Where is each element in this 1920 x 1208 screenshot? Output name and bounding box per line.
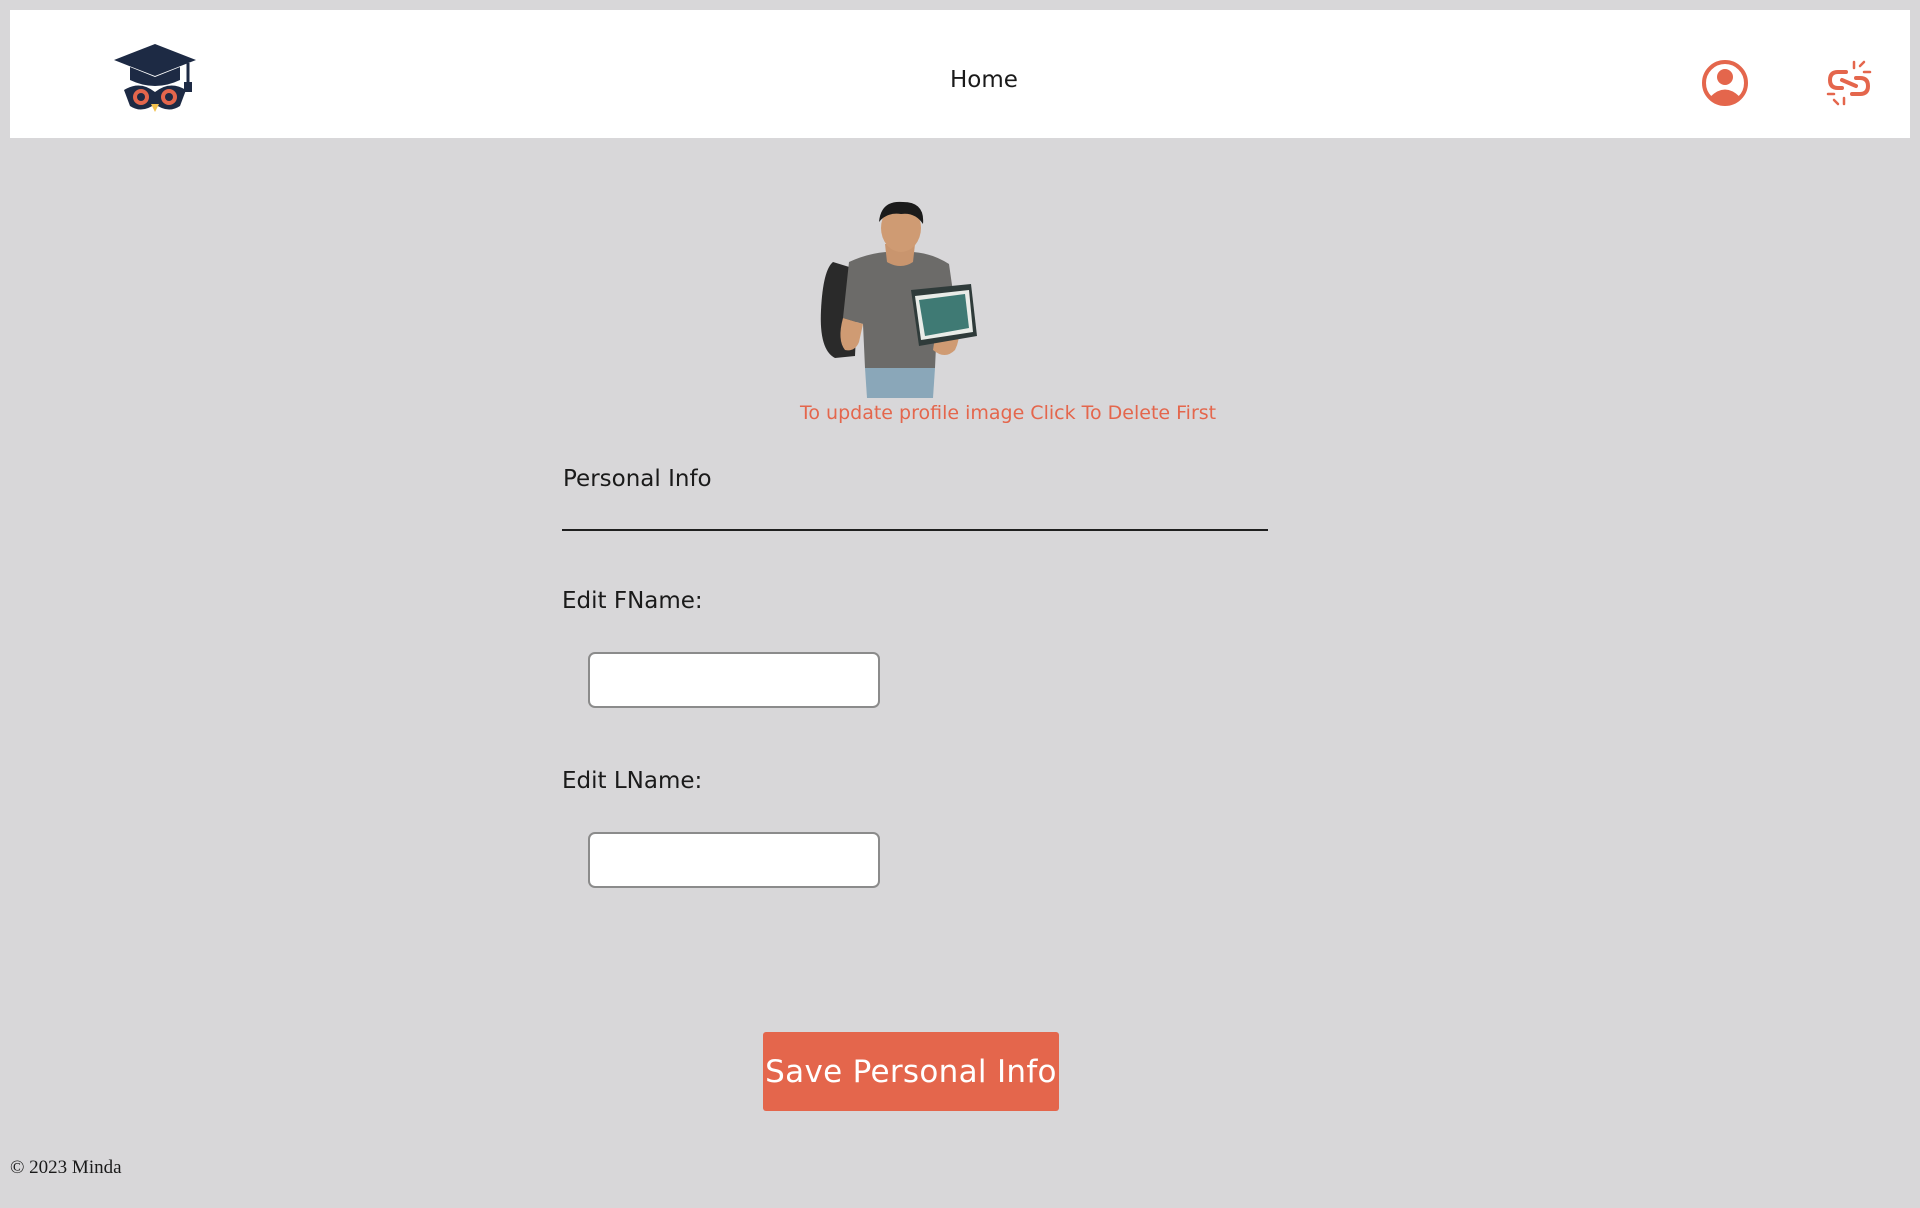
student-photo — [820, 201, 977, 398]
lname-label: Edit LName: — [562, 768, 703, 794]
save-personal-info-button[interactable]: Save Personal Info — [763, 1032, 1059, 1111]
section-title-personal-info: Personal Info — [563, 466, 712, 492]
top-navbar: Home — [10, 10, 1910, 138]
lname-input[interactable] — [588, 832, 880, 888]
delete-profile-image-link[interactable]: To update profile image Click To Delete … — [800, 402, 1216, 424]
fname-input[interactable] — [588, 652, 880, 708]
broken-link-icon[interactable] — [1824, 58, 1874, 108]
section-divider — [562, 529, 1268, 531]
user-circle-icon[interactable] — [1700, 58, 1750, 108]
graduation-cap-owl-icon[interactable] — [110, 40, 200, 116]
footer-copyright: © 2023 Minda — [10, 1157, 122, 1178]
nav-home-link[interactable]: Home — [950, 67, 1018, 93]
fname-label: Edit FName: — [562, 588, 703, 614]
